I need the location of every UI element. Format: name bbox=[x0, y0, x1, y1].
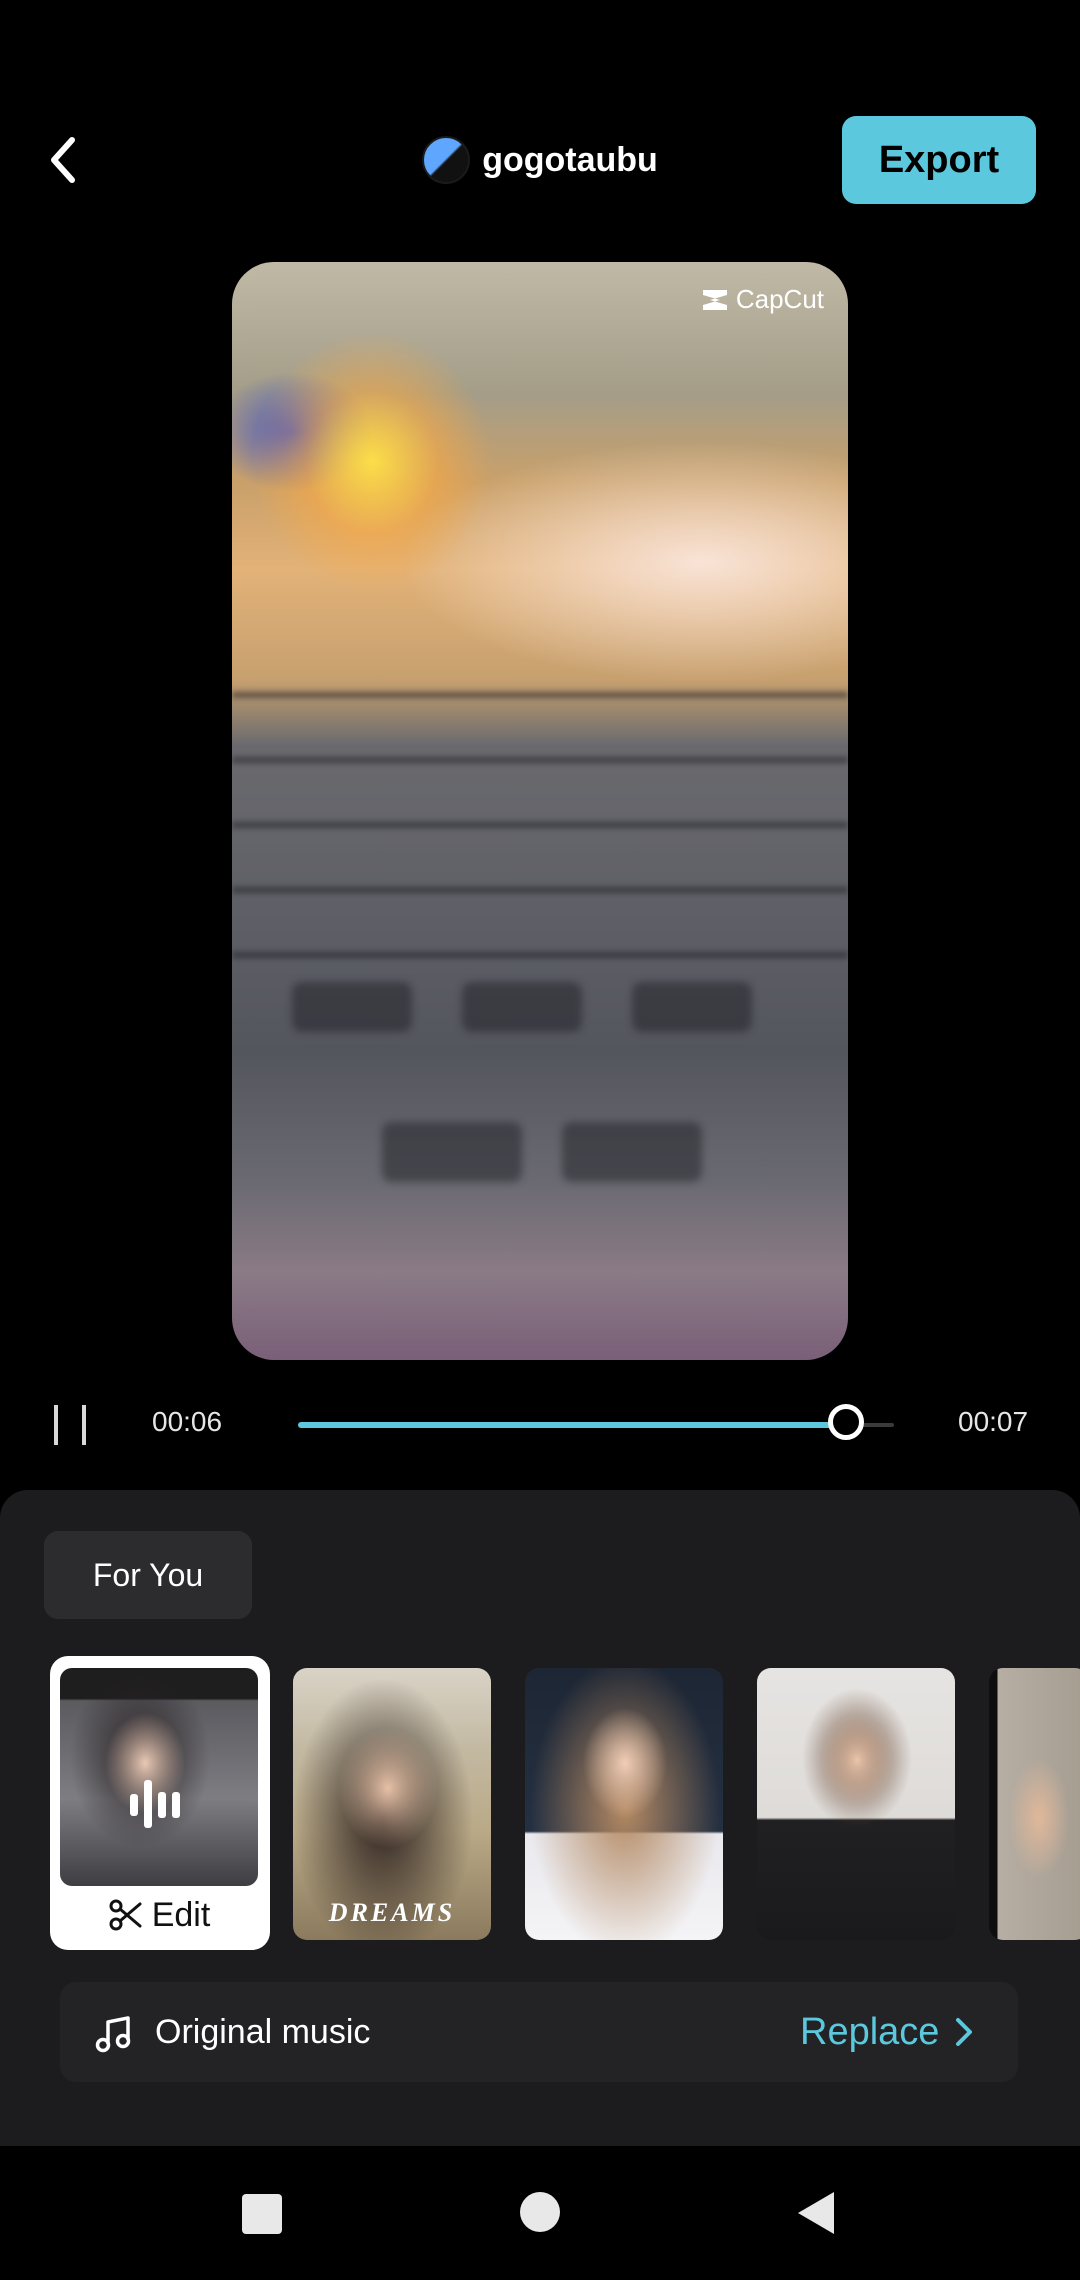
export-button[interactable]: Export bbox=[842, 116, 1036, 204]
watermark-label: CapCut bbox=[735, 284, 824, 314]
replace-label: Replace bbox=[800, 2010, 940, 2053]
chevron-right-icon bbox=[956, 2018, 973, 2046]
tab-for-you[interactable]: For You bbox=[44, 1531, 252, 1619]
pause-icon bbox=[54, 1405, 86, 1445]
total-time: 00:07 bbox=[958, 1406, 1029, 1437]
template-thumbnail[interactable] bbox=[757, 1668, 955, 1940]
seek-handle[interactable] bbox=[828, 1404, 864, 1440]
template-title: DREAMS bbox=[328, 1898, 456, 1927]
edit-label: Edit bbox=[151, 1895, 211, 1934]
replace-music-button[interactable]: Replace bbox=[800, 2010, 975, 2054]
capcut-logo-icon bbox=[702, 289, 727, 310]
music-note-icon bbox=[95, 2016, 131, 2053]
seek-progress bbox=[298, 1422, 846, 1428]
current-time: 00:06 bbox=[152, 1406, 223, 1437]
template-thumbnail[interactable] bbox=[989, 1668, 1080, 1940]
template-preview-image bbox=[60, 1668, 258, 1886]
home-button[interactable] bbox=[520, 2192, 560, 2232]
edit-button[interactable]: Edit bbox=[60, 1888, 258, 1942]
template-thumbnail[interactable]: DREAMS bbox=[293, 1668, 491, 1940]
capcut-watermark: CapCut bbox=[700, 284, 824, 315]
username: gogotaubu bbox=[482, 140, 658, 179]
music-label: Original music bbox=[155, 2013, 371, 2051]
recent-apps-button[interactable] bbox=[242, 2194, 282, 2234]
scissors-icon bbox=[109, 1899, 142, 1931]
avatar bbox=[422, 136, 471, 184]
video-preview[interactable]: CapCut bbox=[232, 262, 848, 1360]
pause-button[interactable] bbox=[52, 1404, 88, 1446]
template-thumbnail[interactable] bbox=[525, 1668, 723, 1940]
audio-wave-icon bbox=[130, 1780, 180, 1828]
system-back-button[interactable] bbox=[796, 2190, 836, 2236]
